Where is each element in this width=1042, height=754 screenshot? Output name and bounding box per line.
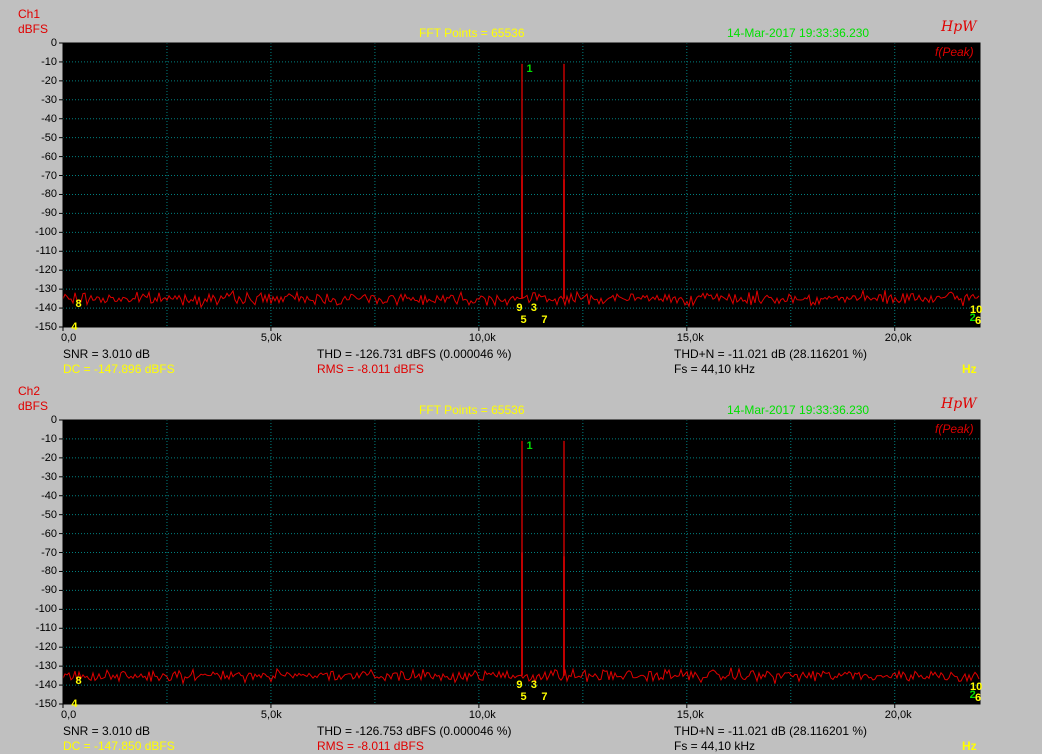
y-tick-label: -50 bbox=[41, 508, 57, 521]
y-axis-unit: dBFS bbox=[18, 399, 49, 413]
x-tick-label: 10,0k bbox=[468, 332, 496, 344]
y-tick-label: -90 bbox=[41, 207, 57, 220]
harmonic-marker: 8 bbox=[75, 298, 82, 311]
thd-readout: THD = -126.731 dBFS (0.000046 %) bbox=[317, 347, 512, 361]
harmonic-marker: 4 bbox=[71, 321, 78, 334]
y-tick-label: -60 bbox=[41, 527, 57, 540]
rms-readout: RMS = -8.011 dBFS bbox=[317, 739, 424, 753]
x-tick-label: 10,0k bbox=[468, 709, 496, 721]
channel-label: Ch2 bbox=[18, 384, 41, 398]
y-tick-label: -120 bbox=[34, 641, 57, 654]
fs-readout: Fs = 44,10 kHz bbox=[674, 739, 756, 753]
y-tick-label: -10 bbox=[41, 432, 57, 445]
y-axis-unit: dBFS bbox=[18, 22, 49, 36]
y-tick-label: -60 bbox=[41, 150, 57, 163]
y-tick-label: -40 bbox=[41, 489, 57, 502]
y-tick-label: -100 bbox=[34, 603, 57, 616]
thdn-readout: THD+N = -11.021 dB (28.116201 %) bbox=[674, 724, 867, 738]
fs-readout: Fs = 44,10 kHz bbox=[674, 362, 756, 376]
y-tick-label: -80 bbox=[41, 565, 57, 578]
x-tick-label: 20,0k bbox=[884, 709, 912, 721]
y-tick-label: -110 bbox=[35, 622, 57, 635]
peak-label: 1 bbox=[526, 62, 533, 75]
snr-readout: SNR = 3.010 dB bbox=[63, 347, 151, 361]
y-tick-label: -30 bbox=[41, 470, 57, 483]
harmonic-marker: 6 bbox=[975, 315, 982, 328]
harmonic-marker: 5 bbox=[520, 313, 527, 326]
x-axis-unit: Hz bbox=[962, 362, 977, 376]
harmonic-marker: 8 bbox=[75, 675, 82, 688]
y-tick-label: -20 bbox=[41, 451, 57, 464]
y-tick-label: -10 bbox=[41, 55, 57, 68]
dc-readout: DC = -147.896 dBFS bbox=[63, 362, 175, 376]
x-tick-label: 5,0k bbox=[260, 709, 282, 721]
peak-label: 1 bbox=[526, 439, 533, 452]
dc-readout: DC = -147.850 dBFS bbox=[63, 739, 175, 753]
y-tick-label: -150 bbox=[34, 698, 57, 710]
y-tick-label: -140 bbox=[34, 302, 57, 315]
peak-mode-label: f(Peak) bbox=[935, 45, 974, 59]
timestamp: 14-Mar-2017 19:33:36.230 bbox=[727, 26, 870, 40]
y-tick-label: -100 bbox=[34, 226, 57, 239]
x-tick-label: 20,0k bbox=[884, 332, 912, 344]
y-tick-label: -70 bbox=[41, 169, 57, 182]
y-tick-label: -120 bbox=[34, 264, 57, 277]
fft-points-header: FFT Points = 65536 bbox=[419, 26, 525, 40]
y-tick-label: 0 bbox=[50, 37, 57, 49]
harmonic-marker: 5 bbox=[520, 690, 527, 703]
y-tick-label: -140 bbox=[34, 679, 57, 692]
y-tick-label: -50 bbox=[41, 131, 57, 144]
channel-label: Ch1 bbox=[18, 7, 41, 21]
brand-logo-text: HpW bbox=[941, 396, 977, 412]
harmonic-marker: 3 bbox=[530, 679, 538, 692]
y-tick-label: -110 bbox=[35, 245, 57, 258]
snr-readout: SNR = 3.010 dB bbox=[63, 724, 151, 738]
thd-readout: THD = -126.753 dBFS (0.000046 %) bbox=[317, 724, 512, 738]
y-tick-label: -40 bbox=[41, 112, 57, 125]
y-tick-label: -130 bbox=[34, 283, 57, 296]
brand-logo-text: HpW bbox=[941, 19, 977, 35]
timestamp: 14-Mar-2017 19:33:36.230 bbox=[727, 403, 870, 417]
x-tick-label: 15,0k bbox=[676, 709, 704, 721]
y-tick-label: 0 bbox=[50, 414, 57, 426]
peak-mode-label: f(Peak) bbox=[935, 422, 974, 436]
harmonic-marker: 3 bbox=[530, 302, 538, 315]
y-tick-label: -80 bbox=[41, 188, 57, 201]
y-tick-label: -150 bbox=[34, 321, 57, 333]
y-tick-label: -70 bbox=[41, 546, 57, 559]
fft-points-header: FFT Points = 65536 bbox=[419, 403, 525, 417]
channel-2-panel: 0 -10 -20 -30 -40 -50 -60 -70 -80 -90 -100 -110 -120… bbox=[0, 377, 1042, 754]
channel-1-panel: 0 -10 -20 -30 -40 -50 -60 -70 -80 -90 -100 -110 -120… bbox=[0, 0, 1042, 377]
rms-readout: RMS = -8.011 dBFS bbox=[317, 362, 424, 376]
x-tick-label: 5,0k bbox=[260, 332, 282, 344]
harmonic-marker: 7 bbox=[541, 313, 548, 326]
thdn-readout: THD+N = -11.021 dB (28.116201 %) bbox=[674, 347, 867, 361]
harmonic-marker: 7 bbox=[541, 690, 548, 703]
harmonic-marker: 4 bbox=[71, 698, 78, 711]
harmonic-marker: 6 bbox=[975, 692, 982, 705]
x-axis-unit: Hz bbox=[962, 739, 977, 753]
y-tick-label: -30 bbox=[41, 93, 57, 106]
y-tick-label: -130 bbox=[34, 660, 57, 673]
x-tick-label: 15,0k bbox=[676, 332, 704, 344]
y-tick-label: -20 bbox=[41, 74, 57, 87]
y-tick-label: -90 bbox=[41, 584, 57, 597]
